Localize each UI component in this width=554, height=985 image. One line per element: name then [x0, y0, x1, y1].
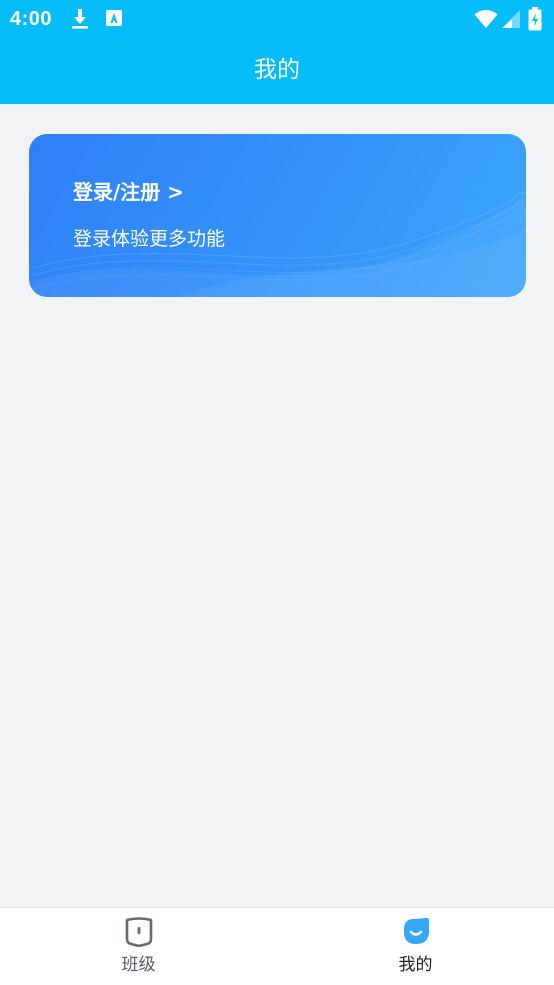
- login-card-subtitle: 登录体验更多功能: [73, 228, 226, 250]
- status-bar: 4:00: [0, 0, 554, 38]
- class-book-icon: [123, 915, 155, 948]
- status-time: 4:00: [10, 8, 53, 30]
- tab-mine[interactable]: 我的: [277, 908, 554, 985]
- keyboard-a-icon: [105, 9, 123, 31]
- app-header: 我的: [0, 38, 554, 104]
- profile-smile-icon: [400, 915, 432, 947]
- download-icon: [71, 8, 89, 34]
- login-card[interactable]: 登录/注册 > 登录体验更多功能: [29, 134, 526, 297]
- signal-icon: [501, 9, 521, 33]
- card-wave-decoration: [29, 191, 526, 297]
- wifi-icon: [474, 9, 498, 33]
- tab-class-label: 班级: [121, 955, 156, 975]
- battery-charging-icon: [528, 7, 542, 35]
- page-title: 我的: [254, 57, 300, 83]
- tab-mine-label: 我的: [398, 955, 433, 975]
- tab-class[interactable]: 班级: [0, 908, 277, 985]
- login-register-link[interactable]: 登录/注册 >: [73, 177, 184, 207]
- bottom-nav: 班级 我的: [0, 907, 554, 985]
